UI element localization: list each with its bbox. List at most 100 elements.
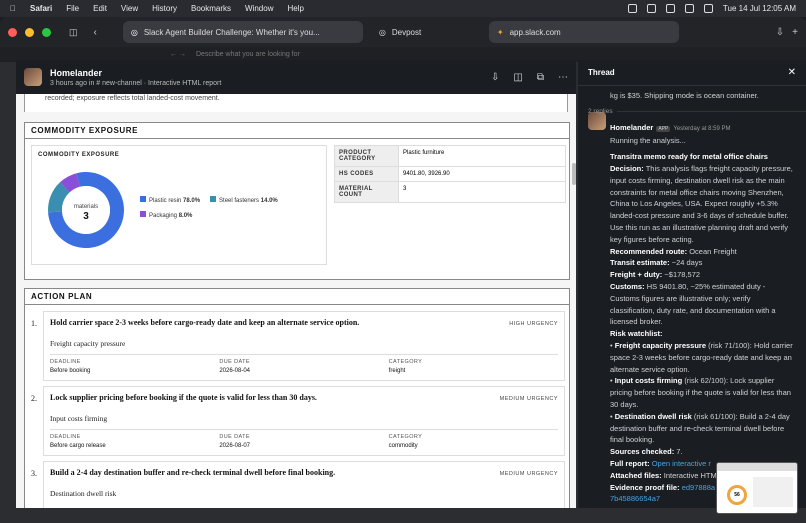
meta-key: DEADLINE bbox=[50, 434, 81, 440]
search-input[interactable]: Describe what you are looking for bbox=[196, 51, 300, 58]
author-name[interactable]: Homelander bbox=[50, 68, 221, 78]
donut-hole bbox=[62, 186, 110, 234]
field-value: ~$178,572 bbox=[664, 270, 701, 280]
field-label: Sources checked: bbox=[610, 447, 675, 457]
donut-center-value: 3 bbox=[83, 211, 89, 222]
kv-value: Plastic furniture bbox=[398, 145, 566, 167]
new-tab-icon[interactable]: + bbox=[792, 27, 798, 38]
url-text: app.slack.com bbox=[509, 27, 561, 37]
meta-key: CATEGORY bbox=[388, 434, 423, 440]
field-label: Full report: bbox=[610, 458, 650, 468]
close-icon[interactable]: ✕ bbox=[788, 67, 796, 78]
prev-section-tail: recorded; exposure reflects total landed… bbox=[24, 94, 568, 112]
menu-bookmarks[interactable]: Bookmarks bbox=[191, 4, 231, 13]
action-card: Build a 2-4 day destination buffer and r… bbox=[43, 461, 565, 508]
report-content[interactable]: recorded; exposure reflects total landed… bbox=[16, 94, 576, 508]
thread-panel: Thread ✕ kg is $35. Shipping mode is oce… bbox=[578, 60, 806, 508]
action-desc: Freight capacity pressure bbox=[50, 339, 126, 348]
tab-slack-url[interactable]: ✦ app.slack.com bbox=[488, 21, 679, 43]
prev-message-tail: kg is $35. Shipping mode is ocean contai… bbox=[610, 91, 759, 100]
canvas-header: Homelander 3 hours ago in # new-channel … bbox=[16, 60, 576, 94]
meta-value: freight bbox=[388, 368, 406, 374]
field-label: Attached files: bbox=[610, 470, 662, 480]
battery-icon[interactable] bbox=[684, 4, 694, 13]
meta-key: CATEGORY bbox=[388, 359, 423, 365]
minimize-window-button[interactable] bbox=[25, 27, 34, 37]
action-number: 3. bbox=[31, 469, 37, 478]
clock[interactable]: Tue 14 Jul 12:05 AM bbox=[723, 4, 796, 13]
action-meta: DEADLINE Before cargo release DUE DATE 202… bbox=[50, 429, 558, 449]
app-badge: APP bbox=[656, 125, 671, 132]
section-heading: ACTION PLAN bbox=[25, 289, 569, 305]
timestamp[interactable]: Yesterday at 8:59 PM bbox=[673, 126, 730, 132]
meta-key: DUE DATE bbox=[219, 434, 250, 440]
meta-value: Before booking bbox=[50, 368, 91, 374]
thread-message: kg is $35. Shipping mode is ocean contai… bbox=[578, 86, 806, 505]
replies-count: 2 replies bbox=[588, 107, 613, 115]
search-icon[interactable] bbox=[703, 4, 713, 13]
apple-icon[interactable]:  bbox=[10, 4, 16, 13]
menu-window[interactable]: Window bbox=[245, 4, 273, 13]
field-label: Freight + duty: bbox=[610, 270, 663, 280]
copy-icon[interactable]: ⧉ bbox=[537, 72, 544, 83]
action-desc: Input costs firming bbox=[50, 414, 108, 423]
tab-favicon-icon: ◎ bbox=[130, 27, 138, 37]
tab-bar: ◫ ‹ ◎ Slack Agent Builder Challenge: Whe… bbox=[0, 17, 806, 47]
urgency-badge: MEDIUM URGENCY bbox=[499, 396, 558, 402]
report-link[interactable]: Open interactive r bbox=[652, 459, 711, 468]
message-meta: 3 hours ago in # new-channel · Interacti… bbox=[50, 79, 222, 87]
screenshot-thumbnail[interactable]: 56 bbox=[716, 462, 798, 514]
tab-slack-challenge[interactable]: ◎ Slack Agent Builder Challenge: Whether… bbox=[122, 21, 363, 43]
field-label: Customs: bbox=[610, 281, 645, 291]
action-title: Hold carrier space 2-3 weeks before carg… bbox=[50, 318, 360, 327]
message-canvas: Homelander 3 hours ago in # new-channel … bbox=[16, 60, 576, 508]
tab-devpost[interactable]: ◎ Devpost bbox=[371, 21, 481, 43]
meta-value: 2026-08-04 bbox=[219, 368, 251, 374]
risk-name: Destination dwell risk bbox=[614, 411, 692, 421]
menu-view[interactable]: View bbox=[121, 4, 138, 13]
action-plan-panel: ACTION PLAN 1. Hold carrier space 2-3 we… bbox=[24, 288, 570, 508]
canvas-scrollbar[interactable] bbox=[572, 163, 576, 185]
tab-favicon-icon: ◎ bbox=[378, 27, 386, 37]
status-icon[interactable] bbox=[646, 4, 656, 13]
meta-key: DUE DATE bbox=[219, 359, 250, 365]
menu-help[interactable]: Help bbox=[287, 4, 303, 13]
wifi-icon[interactable] bbox=[665, 4, 675, 13]
action-number: 2. bbox=[31, 394, 37, 403]
menu-edit[interactable]: Edit bbox=[93, 4, 107, 13]
status-text: Running the analysis... bbox=[610, 136, 686, 146]
urgency-badge: HIGH URGENCY bbox=[509, 321, 558, 327]
downloads-icon[interactable]: ⇩ bbox=[776, 27, 784, 38]
menu-app-name[interactable]: Safari bbox=[30, 4, 52, 13]
legend-label: Packaging bbox=[149, 213, 178, 219]
avatar[interactable] bbox=[24, 68, 42, 86]
sidebar-toggle-icon[interactable]: ◫ bbox=[69, 27, 78, 38]
menu-file[interactable]: File bbox=[66, 4, 79, 13]
download-icon[interactable]: ⇩ bbox=[491, 72, 499, 83]
legend-value: 8.0% bbox=[178, 213, 193, 219]
zoom-window-button[interactable] bbox=[42, 27, 51, 37]
author-name[interactable]: Homelander bbox=[610, 123, 653, 132]
status-icon[interactable] bbox=[627, 4, 637, 13]
history-icon[interactable]: ← → bbox=[170, 51, 186, 58]
legend-swatch-plastic-resin bbox=[140, 196, 146, 202]
kv-value: 9401.80, 3926.90 bbox=[398, 166, 566, 182]
section-heading: COMMODITY EXPOSURE bbox=[25, 123, 569, 139]
legend-swatch-packaging bbox=[140, 211, 146, 217]
field-value: ~24 days bbox=[671, 258, 703, 268]
meta-value: Before cargo release bbox=[50, 443, 106, 449]
back-icon[interactable]: ‹ bbox=[94, 27, 97, 38]
kv-key: PRODUCT CATEGORY bbox=[334, 145, 399, 167]
kv-value: 3 bbox=[398, 181, 566, 203]
urgency-badge: MEDIUM URGENCY bbox=[499, 471, 558, 477]
memo-title: Transitra memo ready for metal office ch… bbox=[610, 152, 768, 162]
more-icon[interactable]: ⋯ bbox=[558, 72, 568, 83]
meta-value: commodity bbox=[388, 443, 418, 449]
kv-key: HS CODES bbox=[334, 166, 399, 182]
menu-history[interactable]: History bbox=[152, 4, 177, 13]
field-label: Evidence proof file: bbox=[610, 482, 680, 492]
close-window-button[interactable] bbox=[8, 27, 17, 37]
donut-center-label: materials bbox=[74, 204, 98, 210]
evidence-link[interactable]: ed97888a bbox=[682, 483, 715, 492]
split-view-icon[interactable]: ◫ bbox=[513, 72, 522, 83]
